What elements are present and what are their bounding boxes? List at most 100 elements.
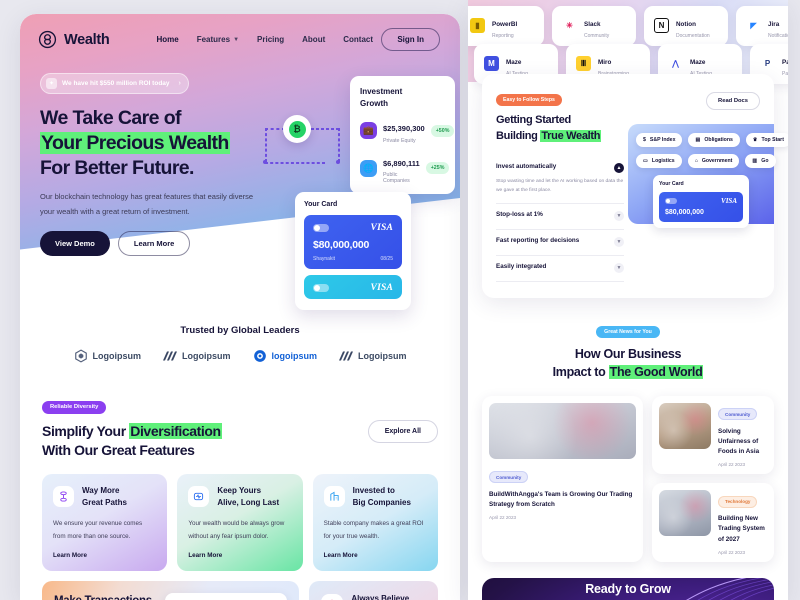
- nav-link-features[interactable]: Features ▼: [197, 35, 239, 44]
- learn-more-button[interactable]: Learn More: [117, 230, 191, 256]
- hero-subtitle: Our blockchain technology has great feat…: [40, 192, 254, 217]
- getting-started-heading: Getting Started Building True Wealth: [496, 113, 624, 144]
- screenshot-stage: Wealth Home Features ▼ Pricing About Cont…: [0, 0, 800, 600]
- nav-link-pricing[interactable]: Pricing: [257, 35, 284, 44]
- app-chip-slack[interactable]: ✳ Slack Community: [552, 6, 636, 46]
- credit-card-primary[interactable]: VISA $80,000,000 Shaynakit 08/25: [304, 215, 402, 269]
- view-demo-button[interactable]: View Demo: [40, 230, 110, 256]
- brand-logo[interactable]: Wealth: [38, 30, 110, 49]
- doc-icon: ▤: [695, 137, 701, 143]
- transactions-title: Make Transactions Easily Integrated Apps: [54, 593, 165, 600]
- blog-date: April 22 2023: [489, 514, 517, 520]
- app-name: Maze: [690, 59, 706, 66]
- feature-title: Way More Great Paths: [82, 485, 127, 508]
- chevron-down-icon[interactable]: ▼: [614, 263, 624, 274]
- category-chip-logistics[interactable]: ▭ Logistics: [636, 154, 682, 168]
- category-row-1: $ S&P Index ▤ Obligations ♛ Top Start: [636, 133, 788, 147]
- impact-line1: How Our Business: [574, 347, 682, 362]
- mini-card-top: VISA: [665, 197, 737, 205]
- feature-card[interactable]: Way More Great Paths We ensure your reve…: [42, 474, 168, 571]
- blog-tag: Community: [718, 408, 758, 421]
- feature-learn-more-link[interactable]: Learn More: [188, 552, 291, 559]
- accordion-item-reporting[interactable]: Fast reporting for decisions ▼: [496, 230, 624, 257]
- blog-date: April 22 2023: [718, 462, 746, 468]
- cta-banner: Ready to Grow Your Wealth Now? Our block…: [482, 577, 774, 600]
- app-sub: Notifications: [768, 32, 788, 39]
- blog-thumbnail: [659, 490, 712, 537]
- nav-link-home[interactable]: Home: [156, 35, 178, 44]
- believe-title-line1: Always Believe: [351, 593, 410, 600]
- getting-started-line1: Getting Started: [496, 114, 571, 126]
- believe-card[interactable]: Always Believe in The Best: [309, 580, 438, 600]
- app-chip-jira[interactable]: ◤ Jira Notifications: [736, 6, 788, 46]
- simplify-line1b: Diversification: [129, 422, 222, 439]
- category-chip-go[interactable]: ▥ Go: [745, 154, 776, 168]
- notion-icon: N: [654, 18, 669, 34]
- connector-dot: [336, 160, 340, 164]
- feature-body: Your wealth would be always grow without…: [188, 520, 285, 540]
- investment-label: Private Equity: [383, 137, 416, 144]
- feature-body: We ensure your revenue comes from more t…: [53, 520, 143, 540]
- feature-card[interactable]: Keep Yours Alive, Long Last Your wealth …: [177, 474, 303, 571]
- app-chip-powerbi[interactable]: ▮ PowerBI Reporting: [468, 6, 544, 46]
- credit-card-secondary[interactable]: VISA: [304, 275, 402, 299]
- read-docs-button[interactable]: Read Docs: [706, 92, 760, 110]
- bitcoin-icon: ₿: [288, 120, 306, 138]
- nav-link-contact[interactable]: Contact: [343, 35, 373, 44]
- feature-card[interactable]: Invested to Big Companies Stable company…: [312, 474, 438, 571]
- accordion: Invest automatically ▲ Stop wasting time…: [496, 156, 624, 283]
- roi-badge[interactable]: ✦ We have hit $550 million ROI today ›: [40, 73, 189, 94]
- feature-learn-more-link[interactable]: Learn More: [324, 552, 427, 559]
- chevron-down-icon[interactable]: ▼: [614, 237, 624, 248]
- blog-tag: Technology: [718, 495, 758, 508]
- blog-card-small[interactable]: Technology Building New Trading System o…: [652, 483, 774, 562]
- blog-card-small[interactable]: Community Solving Unfairness of Foods in…: [652, 395, 774, 475]
- believe-header: Always Believe in The Best: [321, 593, 426, 600]
- nav-link-about[interactable]: About: [302, 35, 325, 44]
- nav-link-home-label: Home: [156, 35, 179, 44]
- app-name: PowerBI: [492, 21, 518, 28]
- simplify-line2: With Our Great Features: [42, 442, 195, 459]
- mini-card-amount: $80,000,000: [665, 209, 704, 216]
- card-top-row: VISA: [313, 223, 393, 233]
- partner-logo: Logoipsum: [339, 349, 407, 363]
- your-card-widget: Your Card VISA $80,000,000 Shaynakit 08/…: [295, 192, 411, 310]
- nav-link-contact-label: Contact: [343, 35, 374, 44]
- explore-all-button[interactable]: Explore All: [367, 420, 438, 443]
- accordion-item-stoploss[interactable]: Stop-loss at 1% ▼: [496, 204, 624, 231]
- category-chip-government[interactable]: ⌂ Government: [687, 154, 740, 168]
- chevron-up-icon[interactable]: ▲: [614, 163, 624, 174]
- accordion-title: Easily integrated: [496, 263, 547, 271]
- navbar: Wealth Home Features ▼ Pricing About Cont…: [20, 14, 460, 51]
- category-chip-top-start[interactable]: ♛ Top Start: [745, 133, 788, 147]
- trusted-section: Trusted by Global Leaders Logoipsum Logo…: [20, 325, 460, 363]
- feature-header: Keep Yours Alive, Long Last: [188, 485, 291, 508]
- sign-in-button[interactable]: Sign In: [381, 28, 440, 51]
- feature-title-line1: Way More: [82, 486, 120, 496]
- pulse-icon: [188, 486, 210, 508]
- connector-dot: [263, 160, 267, 164]
- app-sub: Payment System: [782, 70, 788, 77]
- getting-started-right: Read Docs $ S&P Index ▤ Obligations ♛ Top S…: [628, 88, 788, 282]
- category-label: Top Start: [761, 137, 784, 143]
- accordion-item-invest[interactable]: Invest automatically ▲ Stop wasting time…: [496, 156, 624, 205]
- feature-learn-more-link[interactable]: Learn More: [53, 552, 156, 559]
- apps-hero: ▮ PowerBI Reporting ✳ Slack Community N No…: [468, 0, 788, 84]
- card-chip-icon: [665, 198, 677, 204]
- mini-credit-card[interactable]: VISA $80,000,000: [659, 192, 743, 222]
- transactions-card[interactable]: Make Transactions Easily Integrated Apps…: [42, 580, 300, 600]
- blog-card-featured[interactable]: Community BuildWithAngga's Team is Growi…: [482, 395, 644, 562]
- partner-logo-label: logoipsum: [271, 351, 318, 361]
- accordion-item-integrated[interactable]: Easily integrated ▼: [496, 256, 624, 283]
- hero-title-line2: Your Precious Wealth: [40, 132, 230, 155]
- apps-row-1: ▮ PowerBI Reporting ✳ Slack Community N No…: [468, 6, 788, 46]
- chevron-down-icon[interactable]: ▼: [614, 211, 624, 222]
- category-chip-sp-index[interactable]: $ S&P Index: [636, 133, 683, 147]
- feature-title-line1: Keep Yours: [217, 486, 262, 496]
- getting-started-left: Easy to Follow Steps Getting Started Bui…: [496, 88, 624, 283]
- trusted-heading: Trusted by Global Leaders: [180, 325, 300, 336]
- briefcase-icon: 💼: [360, 122, 377, 140]
- app-chip-notion[interactable]: N Notion Documentation: [644, 6, 728, 46]
- category-chip-obligations[interactable]: ▤ Obligations: [688, 133, 740, 147]
- roi-badge-label: We have hit $550 million ROI today: [62, 80, 170, 87]
